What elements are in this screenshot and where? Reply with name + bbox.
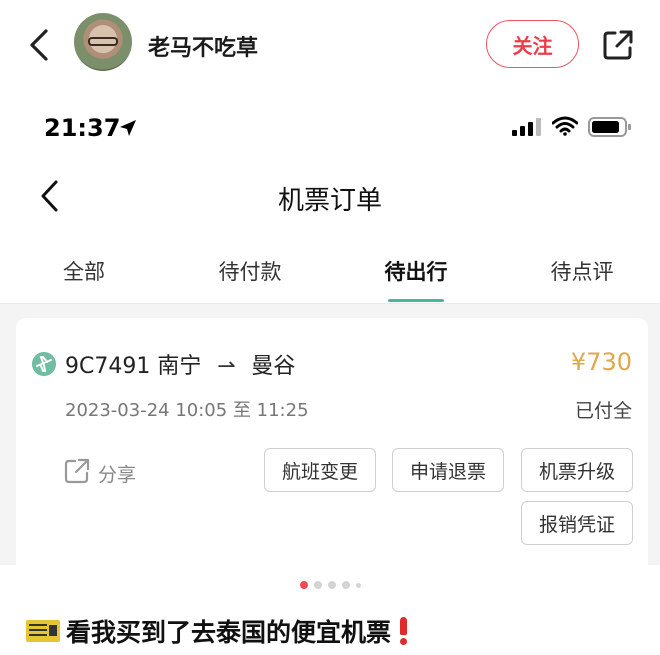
order-tabs: 全部 待付款 待出行 待点评 [0, 234, 660, 304]
carousel-indicator [0, 581, 660, 591]
tab-all[interactable]: 全部 [24, 256, 144, 286]
destination-city: 曼谷 [251, 354, 296, 379]
tab-upcoming[interactable]: 待出行 [356, 256, 476, 286]
carousel-dot [327, 581, 336, 589]
flight-datetime: 2023-03-24 10:05 至 11:25 [65, 400, 309, 421]
page-title: 机票订单 [277, 186, 382, 216]
battery-icon [588, 117, 631, 137]
signal-icon [512, 118, 541, 136]
carousel-dot-active [299, 581, 308, 589]
nav-bar: 机票订单 [0, 162, 660, 234]
order-card[interactable]: 9C7491 南宁 ⇀ 曼谷 ¥730 2023-03-24 10:05 至 1… [16, 318, 648, 578]
ticket-emoji-icon [26, 620, 60, 642]
flight-route: 9C7491 南宁 ⇀ 曼谷 [65, 348, 295, 380]
caption-text: 看我买到了去泰国的便宜机票 [66, 618, 392, 647]
reimbursement-button[interactable]: 报销凭证 [521, 501, 633, 545]
follow-button[interactable]: 关注 [486, 20, 579, 68]
change-flight-button[interactable]: 航班变更 [264, 448, 376, 492]
tab-unpaid[interactable]: 待付款 [190, 256, 310, 286]
post-header: 老马不吃草 关注 [0, 0, 660, 92]
order-screenshot: 21:37 机票订单 全部 待付款 待出行 待点评 9C7491 南宁 ⇀ 曼谷… [0, 92, 660, 578]
payment-status: 已付全 [574, 400, 632, 422]
carousel-dot [313, 581, 322, 589]
exclamation-icon [397, 617, 409, 645]
share-label[interactable]: 分享 [98, 460, 136, 487]
share-icon[interactable] [601, 28, 635, 62]
active-tab-indicator [388, 299, 444, 302]
wifi-icon [552, 116, 578, 136]
request-refund-button[interactable]: 申请退票 [392, 448, 504, 492]
plane-icon [32, 352, 56, 376]
route-arrow-icon: ⇀ [217, 354, 236, 379]
tab-to-review[interactable]: 待点评 [522, 256, 642, 286]
upgrade-ticket-button[interactable]: 机票升级 [521, 448, 633, 492]
origin-city: 南宁 [157, 354, 202, 379]
order-price: ¥730 [570, 348, 632, 376]
flight-number: 9C7491 [65, 354, 151, 379]
post-caption: 看我买到了去泰国的便宜机票 [26, 612, 409, 650]
back-icon[interactable] [26, 28, 54, 62]
avatar[interactable] [74, 13, 132, 71]
carousel-dot [355, 582, 361, 588]
status-bar: 21:37 [0, 92, 660, 162]
username[interactable]: 老马不吃草 [148, 30, 258, 62]
share-icon[interactable] [64, 458, 90, 484]
location-arrow-icon [120, 120, 136, 136]
carousel-dot [341, 581, 350, 589]
status-time: 21:37 [44, 114, 121, 142]
